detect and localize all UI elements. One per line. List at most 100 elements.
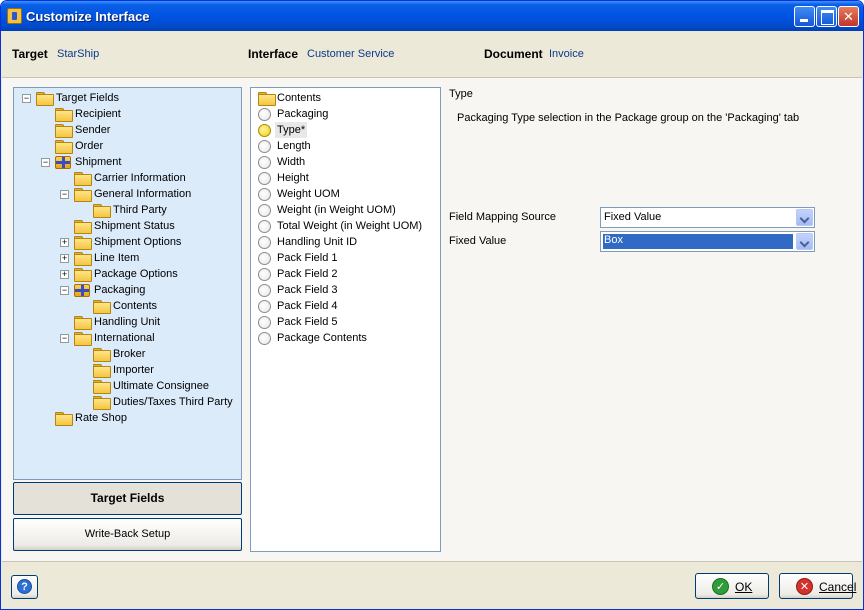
main-area: − Target Fields Recipient Sender Order − Shipm… (2, 77, 862, 561)
title-bar[interactable]: Customize Interface ✕ (1, 1, 863, 31)
tree-item-label: General Information (94, 188, 192, 200)
collapse-icon[interactable]: − (41, 158, 50, 167)
field-list[interactable]: Contents Packaging Type* Length Width Height… (250, 87, 441, 552)
tree-item-label: Shipment Status (94, 220, 175, 232)
chevron-down-icon[interactable] (796, 233, 813, 250)
fixed-value-select[interactable]: Box (600, 231, 815, 252)
tree-item[interactable]: Recipient (14, 106, 241, 122)
field-item-label: Type* (275, 122, 308, 138)
folder-icon (55, 412, 73, 426)
field-item-label: Pack Field 2 (277, 268, 338, 280)
tree-item[interactable]: − General Information (14, 186, 241, 202)
tree-item-label: Package Options (94, 268, 178, 280)
radio-icon[interactable] (258, 188, 271, 201)
field-item-label: Pack Field 3 (277, 284, 338, 296)
tree-item[interactable]: Sender (14, 122, 241, 138)
tree-item[interactable]: − Shipment (14, 154, 241, 170)
field-item-label: Packaging (277, 108, 329, 120)
radio-icon[interactable] (258, 300, 271, 313)
expand-icon[interactable]: + (60, 270, 69, 279)
tree-item-label: Line Item (94, 252, 140, 264)
help-icon: ? (17, 579, 32, 594)
detail-heading: Type (449, 88, 473, 100)
tree-item[interactable]: − International (14, 330, 241, 346)
field-item-label: Pack Field 1 (277, 252, 338, 264)
field-item-label: Pack Field 5 (277, 316, 338, 328)
field-item-label: Height (277, 172, 309, 184)
tree-item[interactable]: − Target Fields (14, 90, 241, 106)
tree-item[interactable]: + Package Options (14, 266, 241, 282)
target-fields-tree[interactable]: − Target Fields Recipient Sender Order − Shipm… (13, 87, 242, 480)
radio-icon[interactable] (258, 108, 271, 121)
folder-icon (55, 124, 73, 138)
maximize-button[interactable] (816, 6, 837, 27)
close-button[interactable]: ✕ (838, 6, 859, 27)
radio-icon[interactable] (258, 332, 271, 345)
tree-item[interactable]: Broker (14, 346, 241, 362)
folder-icon (93, 396, 111, 410)
tree-item[interactable]: Third Party (14, 202, 241, 218)
tree-item[interactable]: Handling Unit (14, 314, 241, 330)
field-mapping-source-select[interactable]: Fixed Value (600, 207, 815, 228)
folder-icon (74, 252, 92, 266)
customize-interface-window: Customize Interface ✕ Target StarShip In… (0, 0, 864, 610)
field-item-label: Pack Field 4 (277, 300, 338, 312)
tree-item-label: Packaging (94, 284, 146, 296)
help-button[interactable]: ? (11, 575, 38, 599)
tree-item-label: International (94, 332, 155, 344)
tree-item[interactable]: + Line Item (14, 250, 241, 266)
folder-icon (55, 108, 73, 122)
radio-icon[interactable] (258, 316, 271, 329)
collapse-icon[interactable]: − (60, 334, 69, 343)
radio-icon[interactable] (258, 172, 271, 185)
tree-item[interactable]: − Packaging (14, 282, 241, 298)
tree-item-label: Rate Shop (75, 412, 127, 424)
field-mapping-source-label: Field Mapping Source (449, 211, 557, 223)
tree-item[interactable]: Order (14, 138, 241, 154)
collapse-icon[interactable]: − (60, 286, 69, 295)
tree-item[interactable]: + Shipment Options (14, 234, 241, 250)
tree-item[interactable]: Shipment Status (14, 218, 241, 234)
radio-icon[interactable] (258, 156, 271, 169)
field-folder-label: Contents (277, 92, 322, 104)
cancel-button[interactable]: ✕ Cancel (779, 573, 856, 599)
minimize-button[interactable] (794, 6, 815, 27)
tree-item[interactable]: Carrier Information (14, 170, 241, 186)
tree-item[interactable]: Contents (14, 298, 241, 314)
radio-selected-icon[interactable] (258, 124, 271, 137)
chevron-down-icon[interactable] (796, 209, 813, 226)
tree-item-label: Importer (113, 364, 154, 376)
tree-item-label: Third Party (113, 204, 167, 216)
field-item-label: Width (277, 156, 306, 168)
tree-item[interactable]: Duties/Taxes Third Party (14, 394, 241, 410)
ok-button[interactable]: ✓ OK (695, 573, 769, 599)
folder-icon (93, 348, 111, 362)
interface-value: Customer Service (307, 48, 395, 60)
radio-icon[interactable] (258, 284, 271, 297)
field-item-label: Weight (in Weight UOM) (277, 204, 396, 216)
folder-icon (93, 364, 111, 378)
radio-icon[interactable] (258, 204, 271, 217)
folder-icon (93, 204, 111, 218)
radio-icon[interactable] (258, 236, 271, 249)
target-fields-button[interactable]: Target Fields (13, 482, 242, 515)
tree-item[interactable]: Ultimate Consignee (14, 378, 241, 394)
radio-icon[interactable] (258, 140, 271, 153)
radio-icon[interactable] (258, 220, 271, 233)
field-item-label: Total Weight (in Weight UOM) (277, 220, 423, 232)
collapse-icon[interactable]: − (22, 94, 31, 103)
folder-icon (74, 172, 92, 186)
collapse-icon[interactable]: − (60, 190, 69, 199)
tree-item[interactable]: Importer (14, 362, 241, 378)
expand-icon[interactable]: + (60, 238, 69, 247)
tree-item[interactable]: Rate Shop (14, 410, 241, 426)
tree-item-label: Target Fields (56, 92, 119, 104)
app-icon (7, 8, 22, 24)
write-back-setup-button[interactable]: Write-Back Setup (13, 518, 242, 551)
tree-item-label: Carrier Information (94, 172, 186, 184)
folder-icon (55, 140, 73, 154)
radio-icon[interactable] (258, 268, 271, 281)
radio-icon[interactable] (258, 252, 271, 265)
expand-icon[interactable]: + (60, 254, 69, 263)
footer-bar: ? ✓ OK ✕ Cancel (2, 561, 862, 609)
